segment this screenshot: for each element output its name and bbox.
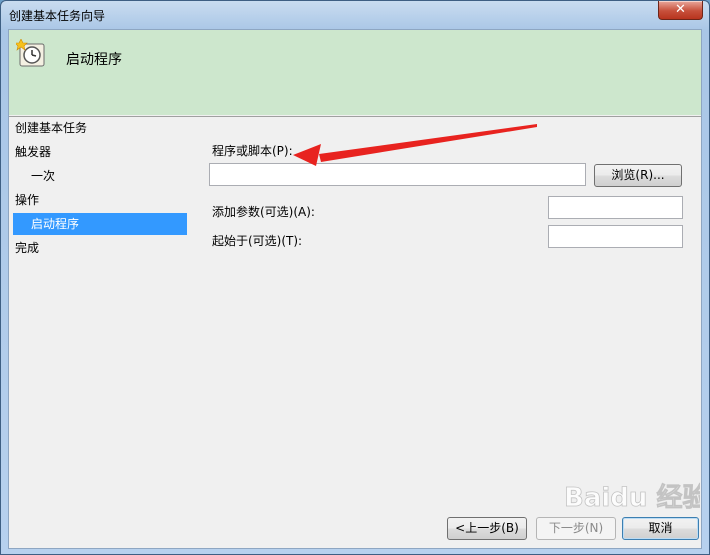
start-in-label: 起始于(可选)(T): [212,234,303,248]
nav-item-once[interactable]: 一次 [31,165,55,187]
title-bar[interactable]: 创建基本任务向导 ✕ [1,1,709,29]
wizard-steps-nav: 创建基本任务 触发器 一次 操作 启动程序 完成 [9,117,194,548]
nav-item-action[interactable]: 操作 [15,189,39,211]
nav-item-start-program[interactable]: 启动程序 [13,213,187,235]
nav-item-finish[interactable]: 完成 [15,237,39,259]
add-arguments-input[interactable] [548,196,683,219]
program-script-input[interactable] [209,163,586,186]
nav-item-create-basic-task[interactable]: 创建基本任务 [15,117,87,139]
clock-task-icon [16,39,45,67]
program-script-label: 程序或脚本(P): [212,144,293,158]
page-title: 启动程序 [66,52,122,68]
back-button[interactable]: <上一步(B) [447,517,527,540]
watermark-logo: Baidu 经验 [564,482,709,514]
close-icon: ✕ [675,2,686,17]
start-in-input[interactable] [548,225,683,248]
wizard-header: 启动程序 [9,30,701,115]
close-button[interactable]: ✕ [658,1,703,20]
nav-item-trigger[interactable]: 触发器 [15,141,51,163]
add-arguments-label: 添加参数(可选)(A): [212,205,315,219]
baidu-watermark: Baidu 经验 [560,470,709,520]
browse-button[interactable]: 浏览(R)... [594,164,682,187]
window-title: 创建基本任务向导 [9,9,106,23]
cancel-button[interactable]: 取消 [622,517,699,540]
watermark-text: Baidu 经验 [564,482,700,513]
next-button[interactable]: 下一步(N) [536,517,616,540]
